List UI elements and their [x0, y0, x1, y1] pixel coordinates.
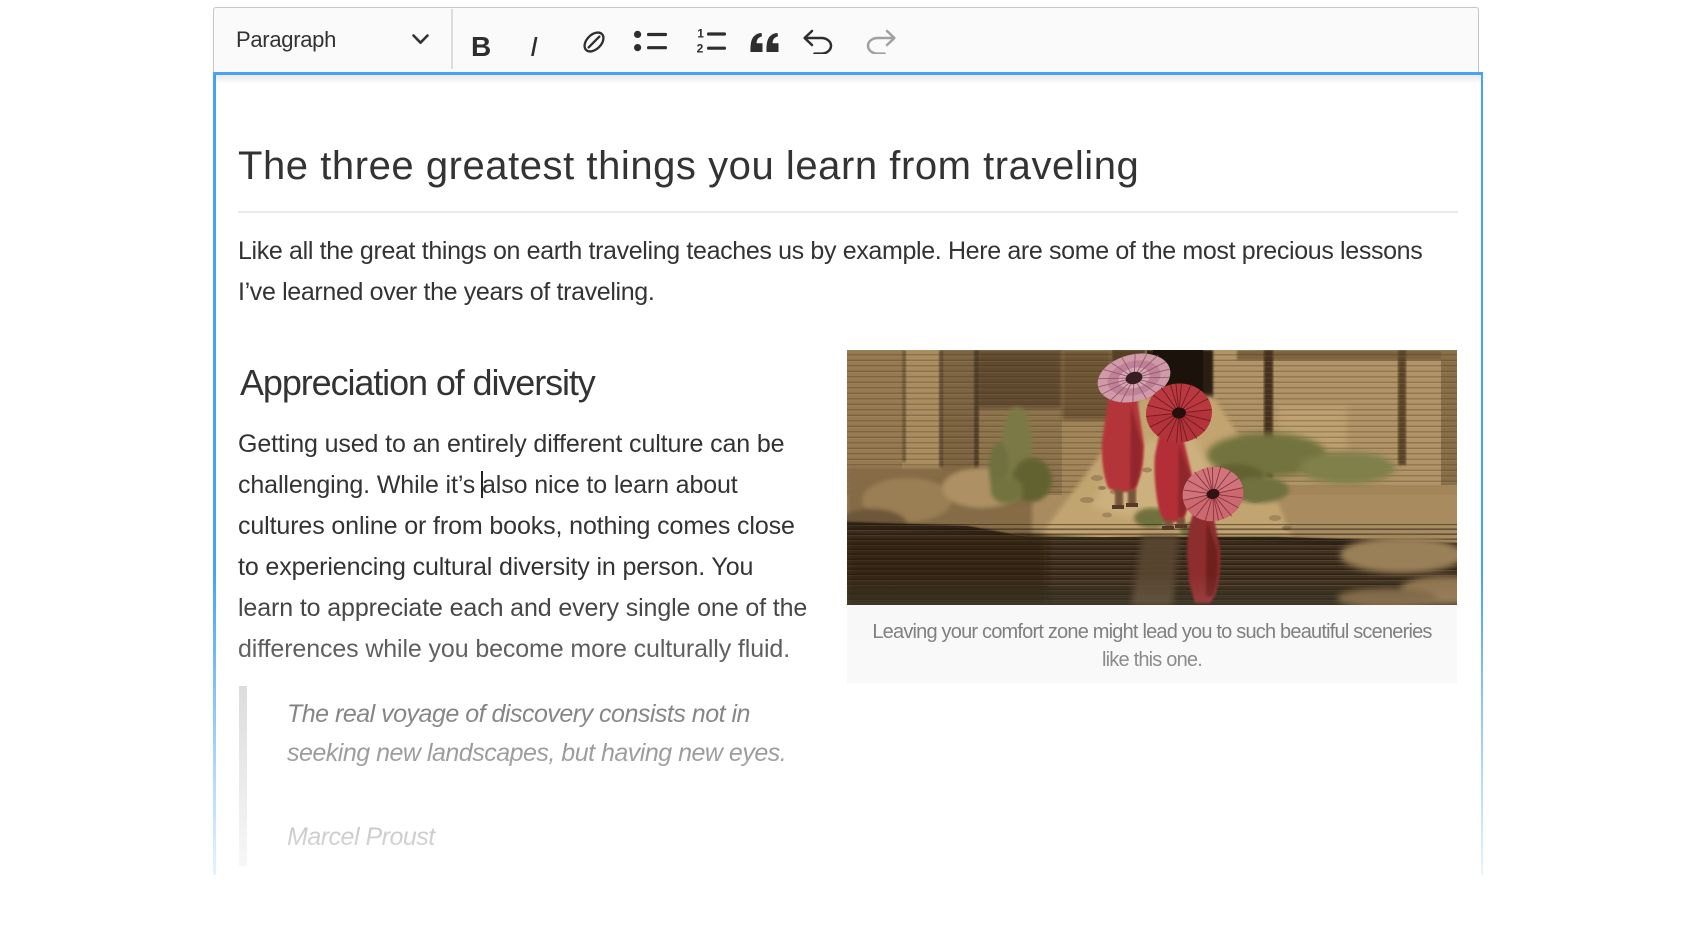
svg-text:2: 2: [697, 42, 704, 54]
svg-text:1: 1: [697, 28, 704, 41]
